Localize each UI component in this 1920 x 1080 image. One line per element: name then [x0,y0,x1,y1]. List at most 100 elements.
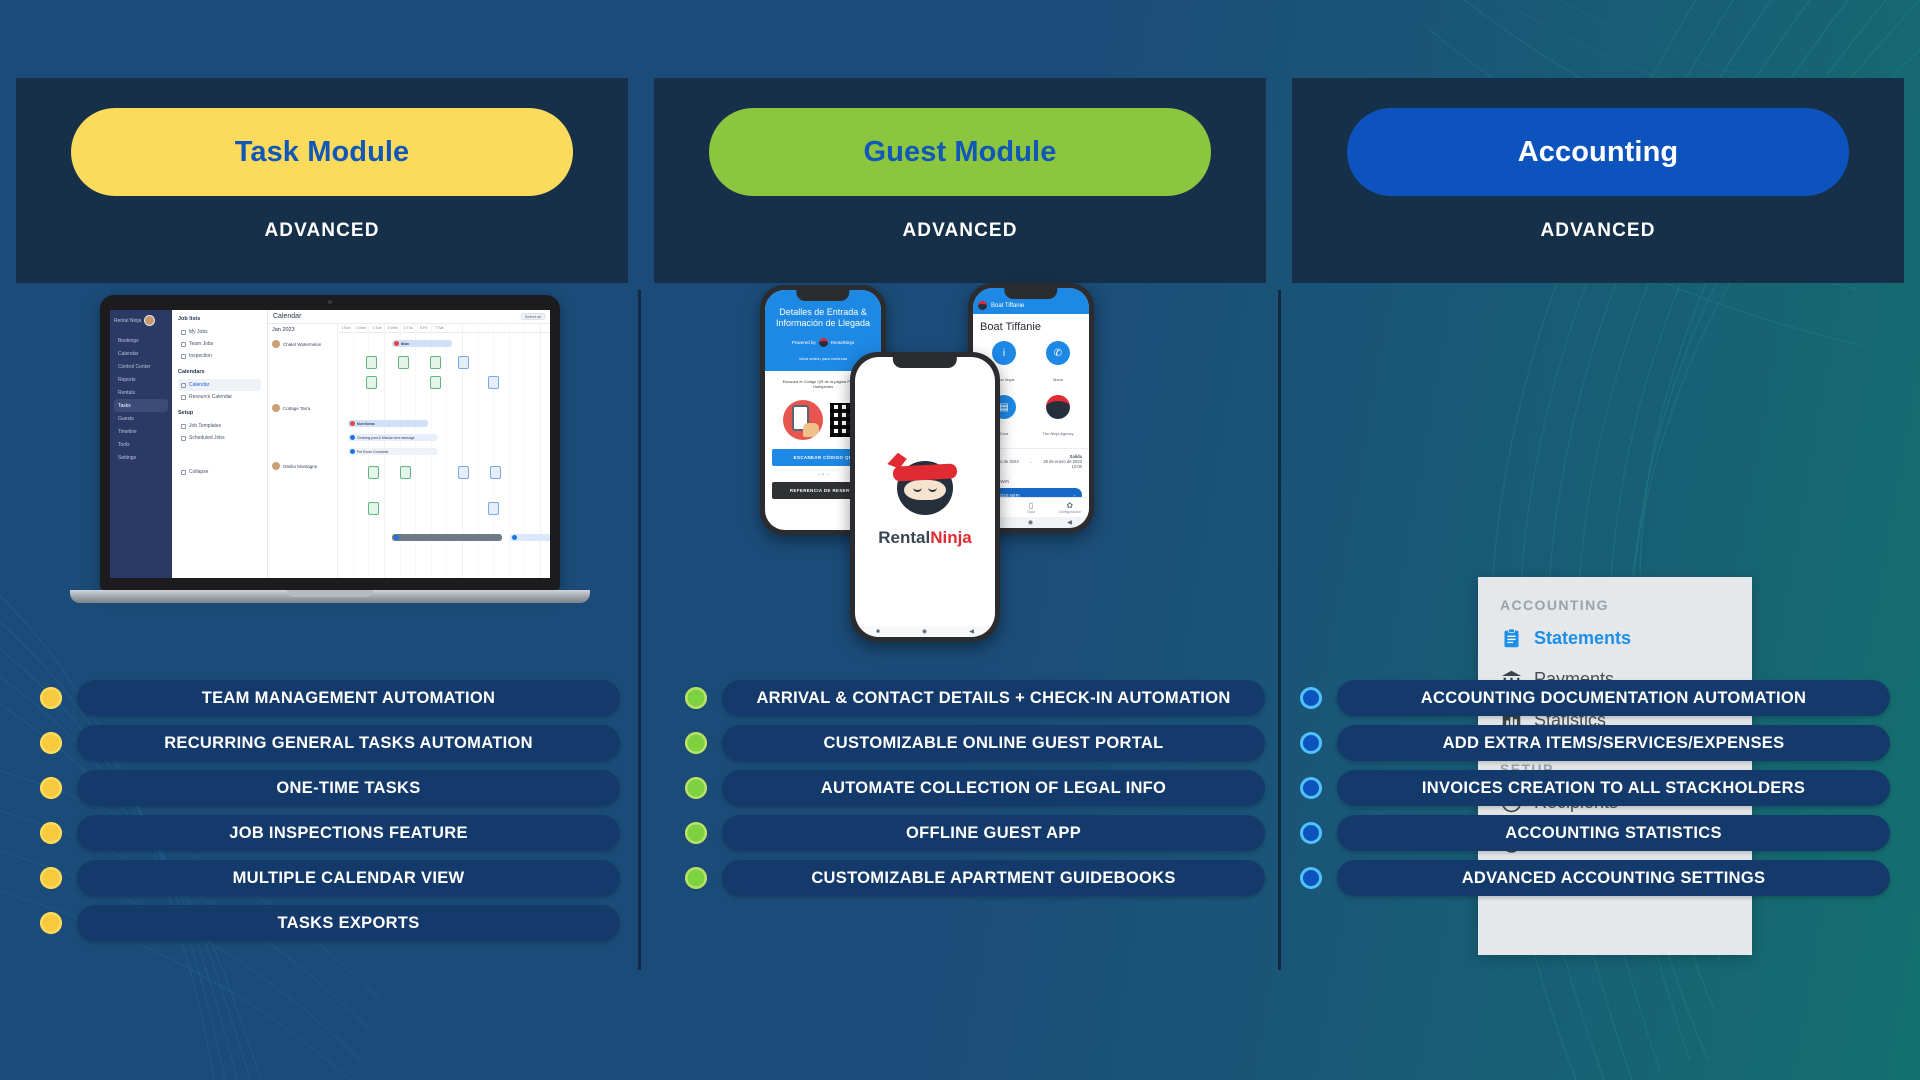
sidebar-item-tasks[interactable]: Tasks [114,399,168,412]
task-tile[interactable] [488,502,499,515]
task-tile[interactable] [430,356,441,369]
home-icon[interactable]: ◉ [922,628,927,635]
laptop-lid: Rental Ninja Bookings Calendar Control C… [100,295,560,590]
menu-item-label: Resource Calendar [189,394,233,400]
menu-item-calendar[interactable]: Calendar [178,379,261,391]
scan-phone-illustration-icon [782,400,823,441]
task-tile[interactable] [366,376,377,389]
sidebar-item-settings[interactable]: Settings [114,451,168,464]
list-item[interactable]: JOB INSPECTIONS FEATURE [40,815,620,851]
list-item[interactable]: ADD EXTRA ITEMS/SERVICES/EXPENSES [1300,725,1890,761]
task-tile[interactable] [458,466,469,479]
collapse-button[interactable]: Collapse [178,466,261,478]
accounting-section-label: ACCOUNTING [1500,597,1609,613]
list-item[interactable]: ONE-TIME TASKS [40,770,620,806]
gear-icon: ✿ [1066,501,1074,510]
bullet-icon [1300,687,1322,709]
resource-row[interactable]: Cottage Tarra [268,400,337,416]
bullet-icon [685,777,707,799]
resource-calendar-icon [181,394,186,400]
calendar-event[interactable]: Mon Nonna [348,420,428,427]
sidebar-item-reports[interactable]: Reports [114,373,168,386]
bullet-icon [685,732,707,754]
resource-row[interactable]: Chalet Watermelon [268,336,337,352]
recents-icon[interactable]: ■ [876,629,880,635]
menu-item-job-templates[interactable]: Job Templates [178,420,261,432]
task-tile[interactable] [366,356,377,369]
resource-list: Jan 2023 Chalet Watermelon Cottage Tarra… [268,324,338,578]
home-icon[interactable]: ◉ [1028,519,1033,526]
quick-action-agency[interactable]: The Ninja Agency [1031,395,1085,440]
select-all-button[interactable]: Select all [520,313,545,320]
list-item[interactable]: CUSTOMIZABLE APARTMENT GUIDEBOOKS [685,860,1265,896]
event-avatar [350,435,355,440]
module-header-task: Task Module ADVANCED [16,78,628,283]
sidebar-item-calendar[interactable]: Calendar [114,347,168,360]
powered-by-row: Powered by RentalNinja [771,337,875,347]
list-item[interactable]: TEAM MANAGEMENT AUTOMATION [40,680,620,716]
ninja-avatar-icon [1046,395,1070,419]
sidebar-item-guests[interactable]: Guests [114,412,168,425]
sidebar-item-timeline[interactable]: Timeline [114,425,168,438]
task-tile[interactable] [430,376,441,389]
list-item[interactable]: OFFLINE GUEST APP [685,815,1265,851]
calendar-event[interactable] [392,534,502,541]
app-bar: Boat Tiffanie [973,297,1089,314]
list-item[interactable]: MULTIPLE CALENDAR VIEW [40,860,620,896]
tab-label: Guía [1027,510,1035,514]
task-tile[interactable] [490,466,501,479]
list-item[interactable]: ACCOUNTING DOCUMENTATION AUTOMATION [1300,680,1890,716]
tab-settings[interactable]: ✿ Configuración [1050,501,1089,514]
list-item[interactable]: RECURRING GENERAL TASKS AUTOMATION [40,725,620,761]
phone-notch [796,290,850,301]
menu-item-team-jobs[interactable]: Team Jobs [178,338,261,350]
clock-icon [181,435,186,441]
bullet-icon [40,912,62,934]
menu-item-label: Team Jobs [189,341,214,347]
list-item[interactable]: ARRIVAL & CONTACT DETAILS + CHECK-IN AUT… [685,680,1265,716]
calendar-grid[interactable]: 1 Sun 2 Mon 3 Tue 4 Wed 5 Thu 6 Fri 7 Sa… [338,324,550,578]
day-header: 1 Sun [341,326,351,330]
back-icon[interactable]: ◀ [1067,519,1072,526]
sidebar-item-control-center[interactable]: Control Center [114,360,168,373]
module-title-task[interactable]: Task Module [71,108,573,196]
list-item[interactable]: ACCOUNTING STATISTICS [1300,815,1890,851]
resource-row[interactable]: Otsibo Montagne [268,458,337,474]
list-item[interactable]: TASKS EXPORTS [40,905,620,941]
splash-logo: RentalNinja [855,357,995,637]
list-item[interactable]: ADVANCED ACCOUNTING SETTINGS [1300,860,1890,896]
task-tile[interactable] [400,466,411,479]
menu-group-calendars: Calendars [178,369,205,375]
task-tile[interactable] [398,356,409,369]
sidebar-item-tools[interactable]: Tools [114,438,168,451]
quick-action-label: The Ninja Agency [1042,431,1074,436]
task-tile[interactable] [368,466,379,479]
menu-item-label: Inspection [189,353,212,359]
list-item[interactable]: AUTOMATE COLLECTION OF LEGAL INFO [685,770,1265,806]
accounting-item-statements[interactable]: Statements [1500,627,1730,649]
calendar-event[interactable]: Pet Room Constants [348,448,438,455]
task-tile[interactable] [368,502,379,515]
quick-action-call-host[interactable]: ✆ Maria [1031,341,1085,386]
module-title-accounting[interactable]: Accounting [1347,108,1849,196]
task-tile[interactable] [458,356,469,369]
menu-item-scheduled-jobs[interactable]: Scheduled Jobs [178,432,261,444]
tab-guide[interactable]: ▯ Guía [1012,501,1051,514]
list-item[interactable]: CUSTOMIZABLE ONLINE GUEST PORTAL [685,725,1265,761]
list-item[interactable]: INVOICES CREATION TO ALL STACKHOLDERS [1300,770,1890,806]
bullet-icon [40,822,62,844]
sidebar-item-rentals[interactable]: Rentals [114,386,168,399]
calendar-event[interactable]: Brian [392,340,452,347]
calendar-event[interactable]: Cleaning post & Mission text message [348,434,438,441]
task-tile[interactable] [488,376,499,389]
book-icon: ▯ [1028,501,1034,510]
sidebar-item-bookings[interactable]: Bookings [114,334,168,347]
bullet-icon [685,687,707,709]
menu-item-inspection[interactable]: Inspection [178,350,261,362]
menu-item-resource-calendar[interactable]: Resource Calendar [178,391,261,403]
calendar-event[interactable] [510,534,550,541]
module-title-guest[interactable]: Guest Module [709,108,1211,196]
menu-item-my-jobs[interactable]: My Jobs [178,326,261,338]
back-icon[interactable]: ◀ [969,628,974,635]
event-avatar [512,535,517,540]
